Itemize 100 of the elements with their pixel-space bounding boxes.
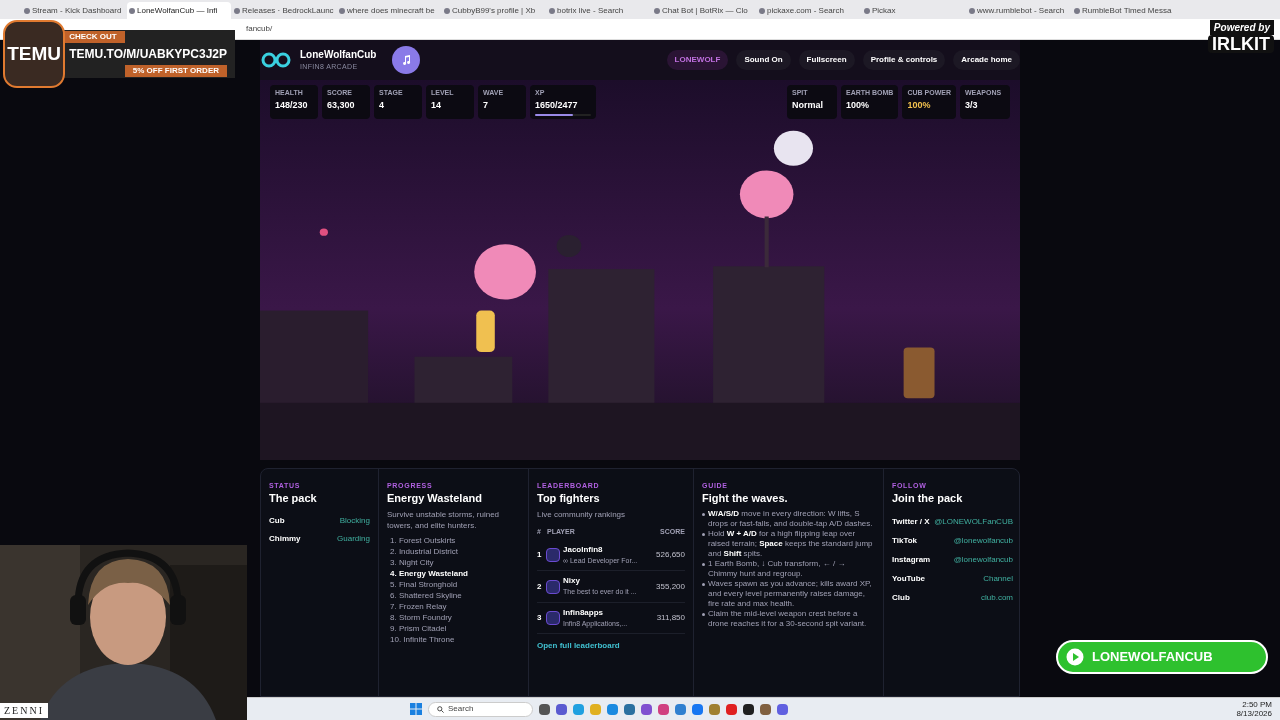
social-name: Club <box>892 592 910 605</box>
avatar-icon <box>546 548 560 562</box>
stage-description: Survive unstable storms, ruined towers, and elite hunters. <box>387 509 501 532</box>
promo-logo: TEMU <box>7 41 61 66</box>
tab-title: where does minecraft be <box>347 4 435 17</box>
guide-tip: Claim the mid-level weapon crest before a drone reaches it for a 30-second spit variant. <box>708 609 868 630</box>
rank-number: 2 <box>537 580 543 593</box>
browser-tab[interactable]: botrix live - Search <box>547 2 651 19</box>
powered-by-label: Powered by <box>1209 20 1274 35</box>
tab-title: RumbleBot Timed Messa <box>1082 4 1172 17</box>
member-name: Chimmy <box>269 533 301 546</box>
nav-button[interactable]: Sound On <box>736 50 791 70</box>
address-bar[interactable]: fancub/ <box>246 23 273 35</box>
section-title: The pack <box>269 491 318 506</box>
browser-tab[interactable]: Chat Bot | BotRix — Clo <box>652 2 756 19</box>
browser-tab[interactable]: Stream - Kick Dashboard <box>22 2 126 19</box>
member-name: Cub <box>269 515 285 528</box>
stage-item: 10. Infinite Throne <box>389 634 456 646</box>
windows-logo-icon[interactable] <box>410 703 422 715</box>
site-title: LoneWolfanCub <box>300 48 377 63</box>
stat-value: 1650/2477 <box>535 98 579 112</box>
stat-value: 100% <box>846 98 870 112</box>
tab-title: Chat Bot | BotRix — Clo <box>662 4 748 17</box>
guide-tip: Hold W + A/D for a high flipping leap over raised terrain; Space keeps the standard jump and Shift spits. <box>708 529 874 560</box>
browser-tab[interactable]: Releases · BedrockLaunc <box>232 2 336 19</box>
nav-button[interactable]: Fullscreen <box>798 50 855 70</box>
browser-tab[interactable]: pickaxe.com - Search <box>757 2 861 19</box>
clock-time: 2:50 PM <box>1242 700 1272 709</box>
search-placeholder: Search <box>448 703 474 715</box>
browser-tab[interactable]: RumbleBot Timed Messa <box>1072 2 1176 19</box>
stage-item: 6. Shattered Skyline <box>389 590 463 602</box>
tab-title: www.rumblebot - Search <box>977 4 1065 17</box>
promo-offer: 5% OFF FIRST ORDER <box>124 65 227 77</box>
browser-tab[interactable]: www.rumblebot - Search <box>967 2 1071 19</box>
stat-value: 3/3 <box>965 98 979 112</box>
taskbar-search-field[interactable]: Search <box>428 701 533 717</box>
social-name: TikTok <box>892 535 918 548</box>
social-link[interactable]: @LONEWOLFanCUB <box>934 516 1013 529</box>
bullet-icon <box>702 583 705 587</box>
browser-tab[interactable]: Pickax <box>862 2 966 19</box>
page-icon <box>24 7 30 14</box>
music-button[interactable] <box>392 46 421 74</box>
stat-value: 63,300 <box>327 98 356 112</box>
page-icon <box>549 7 555 14</box>
stage-item: 5. Final Stronghold <box>389 579 459 591</box>
social-link[interactable]: @lonewolfancub <box>953 535 1013 548</box>
social-name: Twitter / X <box>892 516 930 529</box>
stage-item: 3. Night City <box>389 557 435 569</box>
bullet-icon <box>702 513 705 517</box>
stage-item: 1. Forest Outskirts <box>389 535 457 547</box>
stat-value: 4 <box>379 98 385 112</box>
social-name: Instagram <box>892 554 931 567</box>
social-name: YouTube <box>892 573 926 586</box>
tab-title: pickaxe.com - Search <box>767 4 844 17</box>
bullet-icon <box>702 613 705 617</box>
page-icon <box>444 7 450 14</box>
leaderboard-description: Live community rankings <box>537 509 627 522</box>
clock-date: 8/13/2026 <box>1236 709 1272 718</box>
sponsor-logo: ZENNI <box>0 703 48 718</box>
avatar-icon <box>546 611 560 625</box>
player-score: 355,200 <box>656 580 685 593</box>
social-link[interactable]: @lonewolfancub <box>953 554 1013 567</box>
page-icon <box>864 7 870 14</box>
app-icon[interactable] <box>539 703 550 715</box>
rank-number: 3 <box>537 612 543 624</box>
page-icon <box>654 7 660 14</box>
page-icon <box>969 7 975 14</box>
section-title: Fight the waves. <box>702 491 789 506</box>
page-icon <box>1074 7 1080 14</box>
bullet-icon <box>702 563 705 567</box>
nav-button[interactable]: Profile & controls <box>862 50 946 70</box>
tab-title: LoneWolfanCub — Infi <box>137 4 218 17</box>
guide-tip: W/A/S/D move in every direction: W lifts, S drops or fast-falls, and double-tap A/D dashes. <box>708 509 874 530</box>
brand-logo: IRLKIT <box>1208 35 1274 53</box>
section-title: Join the pack <box>892 491 964 506</box>
nav-button[interactable]: Arcade home <box>953 50 1020 70</box>
social-link[interactable]: Channel <box>983 573 1013 586</box>
avatar-icon <box>546 579 560 594</box>
section-title: Top fighters <box>537 491 601 506</box>
bullet-icon <box>702 533 705 537</box>
tab-title: CubbyB99's profile | Xb <box>452 4 536 17</box>
social-link[interactable]: club.com <box>981 592 1013 605</box>
guide-tip: Waves spawn as you advance; kills award XP, and every level permanently raises damage, fire rate and max health. <box>708 579 873 610</box>
music-note-icon <box>401 55 412 65</box>
browser-tab[interactable]: LoneWolfanCub — Infi <box>127 2 231 19</box>
stage-item: 2. Industrial District <box>389 546 460 558</box>
app-icon[interactable] <box>743 703 754 715</box>
stage-item: 9. Prism Citadel <box>389 623 448 635</box>
stat-value: 14 <box>431 98 442 112</box>
browser-tab[interactable]: CubbyB99's profile | Xb <box>442 2 546 19</box>
browser-tab[interactable]: where does minecraft be <box>337 2 441 19</box>
member-state: Blocking <box>339 515 370 528</box>
page-icon <box>339 7 345 14</box>
rank-number: 1 <box>537 549 543 561</box>
player-name: Infin8apps <box>563 606 604 619</box>
player-name: JacoInfin8 <box>563 543 604 556</box>
stage-item: 7. Frozen Relay <box>389 601 448 613</box>
member-state: Guarding <box>337 533 370 546</box>
player-score: 526,650 <box>656 549 685 561</box>
leaderboard-link[interactable]: Open full leaderboard <box>537 640 685 653</box>
